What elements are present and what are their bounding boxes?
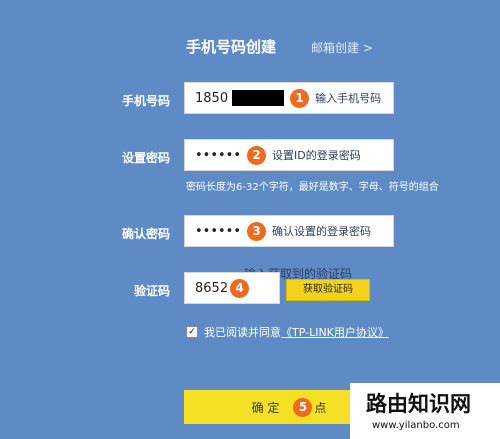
step-badge-5: 5 (293, 397, 313, 417)
confirm-password-input[interactable]: •••••• 3 确认设置的登录密码 (184, 215, 394, 247)
agreement-row: ✓ 我已阅读并同意 《TP-LINK用户协议》 (186, 324, 389, 340)
redaction-mask (232, 90, 285, 106)
captcha-input[interactable]: 8652 4 (184, 272, 280, 304)
agreement-text: 我已阅读并同意 (204, 326, 281, 339)
confirm-password-label: 确认密码 (121, 227, 170, 241)
step-badge-4: 4 (230, 278, 250, 298)
watermark-url: www.yilanbo.com (372, 420, 460, 431)
confirm-annotation: 确认设置的登录密码 (272, 225, 372, 238)
step-badge-3: 3 (247, 221, 267, 241)
step-badge-2: 2 (247, 145, 267, 165)
watermark-title: 路由知识网 (366, 392, 471, 416)
submit-annotation: 点 (314, 400, 327, 415)
confirm-button-label: 确 定 (251, 400, 280, 415)
captcha-value: 8652 (195, 280, 229, 296)
password-annotation: 设置ID的登录密码 (272, 149, 361, 162)
confirm-password-value: •••••• (195, 223, 242, 239)
phone-input[interactable]: 1850 1 输入手机号码 (184, 82, 394, 114)
agreement-checkbox[interactable]: ✓ (186, 326, 198, 338)
password-value: •••••• (195, 147, 242, 163)
agreement-link[interactable]: 《TP-LINK用户协议》 (281, 324, 389, 340)
captcha-label: 验证码 (133, 284, 170, 298)
password-label: 设置密码 (121, 151, 170, 165)
phone-annotation: 输入手机号码 (315, 92, 382, 105)
password-input[interactable]: •••••• 2 设置ID的登录密码 (184, 139, 394, 171)
email-create-link[interactable]: 邮箱创建 > (311, 39, 373, 56)
get-captcha-button[interactable]: 获取验证码 (286, 279, 370, 301)
password-hint: 密码长度为6-32个字符，最好是数字、字母、符号的组合 (186, 182, 439, 193)
step-badge-1: 1 (290, 88, 310, 108)
phone-label: 手机号码 (121, 94, 170, 108)
page-title: 手机号码创建 (186, 38, 277, 56)
phone-value: 1850 (195, 90, 229, 106)
